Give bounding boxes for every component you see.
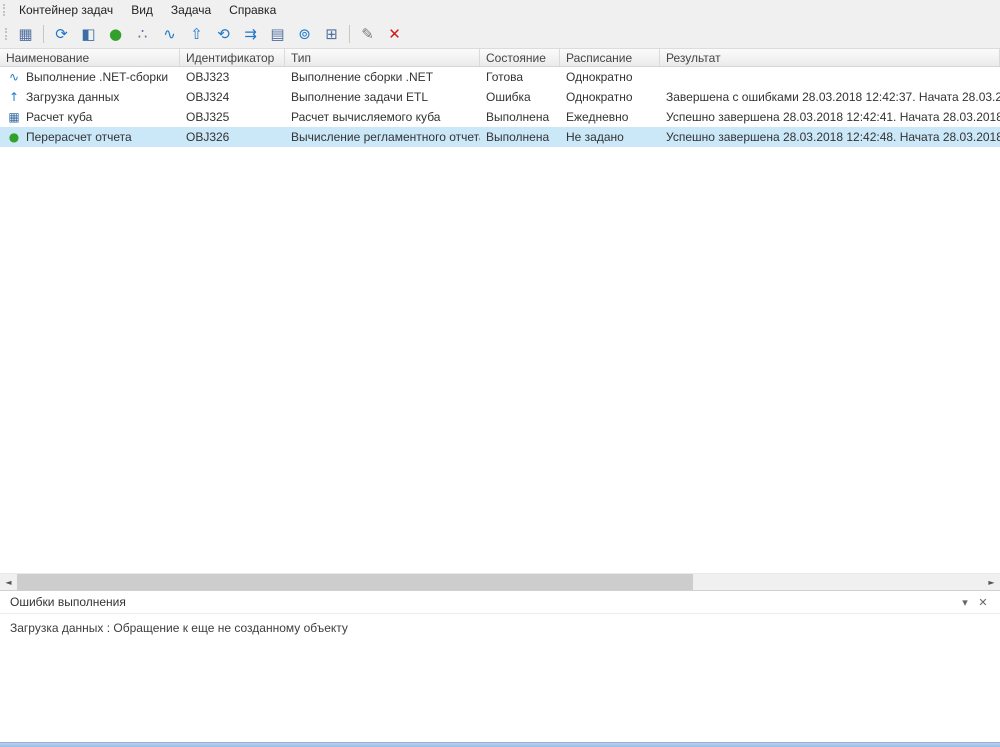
save-button[interactable]: ▦: [12, 22, 39, 46]
table-rows: ∿ Выполнение .NET-сборки OBJ323 Выполнен…: [0, 67, 1000, 573]
upload-icon: ⇧: [190, 27, 203, 42]
column-header-name[interactable]: Наименование: [0, 49, 180, 66]
cube-icon: ◧: [81, 27, 95, 42]
export-icon: ▤: [270, 27, 284, 42]
task-id: OBJ323: [180, 70, 285, 84]
upload-button[interactable]: ⇧: [183, 22, 210, 46]
column-header-schedule[interactable]: Расписание: [560, 49, 660, 66]
task-schedule: Не задано: [560, 130, 660, 144]
hierarchy-button[interactable]: ∴: [129, 22, 156, 46]
hierarchy-icon: ∴: [138, 27, 148, 42]
run-icon: ⇉: [244, 27, 257, 42]
errors-panel-header: Ошибки выполнения ▾ ✕: [0, 591, 1000, 614]
toolbar-separator: [43, 25, 44, 43]
task-state: Ошибка: [480, 90, 560, 104]
task-name: Выполнение .NET-сборки: [26, 70, 168, 84]
task-type-icon: ●: [7, 130, 21, 144]
table-row[interactable]: ▦ Расчет куба OBJ325 Расчет вычисляемого…: [0, 107, 1000, 127]
task-id: OBJ326: [180, 130, 285, 144]
task-result: Успешно завершена 28.03.2018 12:42:48. Н…: [660, 130, 1000, 144]
task-id: OBJ324: [180, 90, 285, 104]
column-header-type[interactable]: Тип: [285, 49, 480, 66]
sync-button[interactable]: ⊚: [291, 22, 318, 46]
toolbar-grip[interactable]: [5, 28, 7, 40]
export-button[interactable]: ▤: [264, 22, 291, 46]
package-icon: ⊞: [325, 27, 338, 42]
table-header: Наименование Идентификатор Тип Состояние…: [0, 49, 1000, 67]
save-icon: ▦: [18, 27, 32, 42]
task-name: Перерасчет отчета: [26, 130, 132, 144]
start-button[interactable]: ●: [102, 22, 129, 46]
start-icon: ●: [109, 27, 122, 42]
menu-view[interactable]: Вид: [122, 1, 162, 19]
task-state: Готова: [480, 70, 560, 84]
task-result: Успешно завершена 28.03.2018 12:42:41. Н…: [660, 110, 1000, 124]
task-table: Наименование Идентификатор Тип Состояние…: [0, 48, 1000, 590]
menu-task-container[interactable]: Контейнер задач: [10, 1, 122, 19]
app-window: Контейнер задач Вид Задача Справка ▦ ⟳ ◧…: [0, 0, 1000, 747]
etl-icon: ∿: [163, 27, 176, 42]
scrollbar-thumb[interactable]: [17, 574, 693, 590]
task-state: Выполнена: [480, 110, 560, 124]
process-icon: ⟲: [217, 27, 230, 42]
task-name: Расчет куба: [26, 110, 92, 124]
task-type-icon: ↑: [7, 90, 21, 104]
task-id: OBJ325: [180, 110, 285, 124]
cube-button[interactable]: ◧: [75, 22, 102, 46]
sync-icon: ⊚: [298, 27, 311, 42]
scroll-left-button[interactable]: ◄: [0, 574, 17, 590]
package-button[interactable]: ⊞: [318, 22, 345, 46]
window-bottom-border: [0, 742, 1000, 747]
task-schedule: Ежедневно: [560, 110, 660, 124]
table-row[interactable]: ↑ Загрузка данных OBJ324 Выполнение зада…: [0, 87, 1000, 107]
close-icon[interactable]: ✕: [974, 593, 992, 611]
task-schedule: Однократно: [560, 70, 660, 84]
column-header-result[interactable]: Результат: [660, 49, 1000, 66]
error-message: Загрузка данных : Обращение к еще не соз…: [0, 614, 1000, 742]
toolbar: ▦ ⟳ ◧ ● ∴ ∿ ⇧ ⟲ ⇉ ▤ ⊚ ⊞ ✎ ✕: [0, 20, 1000, 48]
task-type: Расчет вычисляемого куба: [285, 110, 480, 124]
delete-icon: ✕: [388, 27, 401, 42]
table-row-selected[interactable]: ● Перерасчет отчета OBJ326 Вычисление ре…: [0, 127, 1000, 147]
chevron-down-icon[interactable]: ▾: [956, 593, 974, 611]
scrollbar-track[interactable]: [17, 574, 983, 590]
refresh-button[interactable]: ⟳: [48, 22, 75, 46]
task-type-icon: ∿: [7, 70, 21, 84]
task-state: Выполнена: [480, 130, 560, 144]
run-button[interactable]: ⇉: [237, 22, 264, 46]
horizontal-scrollbar: ◄ ►: [0, 573, 1000, 590]
task-type: Выполнение задачи ETL: [285, 90, 480, 104]
task-type-icon: ▦: [7, 110, 21, 124]
menu-bar: Контейнер задач Вид Задача Справка: [0, 0, 1000, 20]
errors-panel: Ошибки выполнения ▾ ✕ Загрузка данных : …: [0, 590, 1000, 742]
refresh-icon: ⟳: [55, 27, 68, 42]
process-button[interactable]: ⟲: [210, 22, 237, 46]
task-schedule: Однократно: [560, 90, 660, 104]
edit-icon: ✎: [361, 27, 374, 42]
scroll-right-button[interactable]: ►: [983, 574, 1000, 590]
table-row[interactable]: ∿ Выполнение .NET-сборки OBJ323 Выполнен…: [0, 67, 1000, 87]
task-result: Завершена с ошибками 28.03.2018 12:42:37…: [660, 90, 1000, 104]
column-header-state[interactable]: Состояние: [480, 49, 560, 66]
toolbar-separator: [349, 25, 350, 43]
task-type: Вычисление регламентного отчета: [285, 130, 480, 144]
errors-panel-title: Ошибки выполнения: [10, 595, 956, 609]
delete-button[interactable]: ✕: [381, 22, 408, 46]
task-name: Загрузка данных: [26, 90, 119, 104]
menubar-grip[interactable]: [3, 4, 5, 16]
menu-help[interactable]: Справка: [220, 1, 285, 19]
column-header-id[interactable]: Идентификатор: [180, 49, 285, 66]
menu-task[interactable]: Задача: [162, 1, 220, 19]
etl-button[interactable]: ∿: [156, 22, 183, 46]
edit-button[interactable]: ✎: [354, 22, 381, 46]
task-type: Выполнение сборки .NET: [285, 70, 480, 84]
